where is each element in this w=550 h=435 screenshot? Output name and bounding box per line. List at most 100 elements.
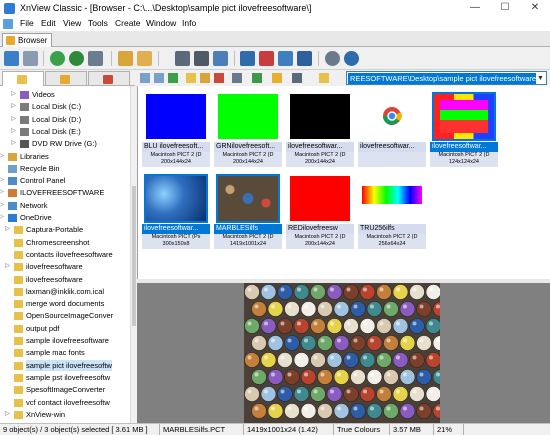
tree-scrollbar-thumb[interactable] xyxy=(132,186,136,326)
browser-icon[interactable] xyxy=(4,51,19,66)
rename-icon[interactable] xyxy=(200,73,210,83)
tree-item[interactable]: sample ilovefreesoftware xyxy=(0,335,130,346)
tree-item[interactable]: output pdf xyxy=(0,323,130,334)
address-dropdown-icon[interactable]: ▼ xyxy=(536,73,545,84)
folder-tree[interactable]: ▷ Videos ▷ Local Disk (C:) ▷ Local Disk (D:) ▷… xyxy=(0,86,130,423)
tree-item[interactable]: SpesoftImageConverter xyxy=(0,384,130,395)
expand-arrow-icon[interactable] xyxy=(4,300,11,307)
expand-arrow-icon[interactable]: ▷ xyxy=(10,140,17,147)
expand-arrow-icon[interactable]: ▷ xyxy=(0,189,5,196)
expand-arrow-icon[interactable]: ▷ xyxy=(4,263,11,270)
thumbnail-item[interactable]: MARBLESilfs Macintosh PICT 2 (D 1419x1001x… xyxy=(214,172,282,249)
menu-info[interactable]: Info xyxy=(182,18,196,28)
tree-item[interactable]: ilovefreesoftware xyxy=(0,274,130,285)
menu-file[interactable]: File xyxy=(20,18,34,28)
tree-item[interactable]: Recycle Bin xyxy=(0,163,130,174)
minimize-button[interactable]: — xyxy=(460,0,490,17)
expand-arrow-icon[interactable]: ▷ xyxy=(10,128,17,135)
expand-arrow-icon[interactable] xyxy=(4,349,11,356)
menu-tools[interactable]: Tools xyxy=(88,18,108,28)
tree-item[interactable]: laxman@inklik.com.ical xyxy=(0,286,130,297)
print-icon[interactable] xyxy=(194,51,209,66)
back-arrow-icon[interactable] xyxy=(140,73,150,83)
tree-item[interactable]: vcf contact ilovefreesoftw xyxy=(0,397,130,408)
tree-item[interactable]: ▷ ilovefreesoftware xyxy=(0,261,130,272)
expand-arrow-icon[interactable] xyxy=(4,239,11,246)
folder-view-icon[interactable] xyxy=(137,51,152,66)
tree-item[interactable]: ▷ Control Panel xyxy=(0,175,130,186)
thumbnail-item[interactable]: ilovefreesoftwar... Macintosh PICT 2 (D 12… xyxy=(430,90,498,167)
tree-item[interactable]: ▷ OneDrive xyxy=(0,212,130,223)
tree-item[interactable]: ▷ Local Disk (C:) xyxy=(0,101,130,112)
thumbnail-item[interactable]: ilovefreesoftwar... Macintosh PICT (Ps 300… xyxy=(142,172,210,249)
expand-arrow-icon[interactable] xyxy=(0,165,5,172)
forward-icon[interactable] xyxy=(69,51,84,66)
tree-item[interactable]: ▷ DVD RW Drive (G:) xyxy=(0,138,130,149)
address-input[interactable]: REESOFTWARE\Desktop\sample pict ilovefre… xyxy=(348,73,536,84)
expand-arrow-icon[interactable]: ▷ xyxy=(4,226,11,233)
convert-icon[interactable] xyxy=(259,51,274,66)
maximize-button[interactable]: ☐ xyxy=(490,0,520,17)
new-folder-icon[interactable] xyxy=(186,73,196,83)
expand-arrow-icon[interactable]: ▷ xyxy=(10,116,17,123)
sort-icon[interactable] xyxy=(252,73,262,83)
thumbnail-item[interactable]: ilovefreesoftwar... Macintosh PICT 2 (D 20… xyxy=(286,90,354,167)
tree-item[interactable]: merge word documents xyxy=(0,298,130,309)
scan-icon[interactable] xyxy=(213,51,228,66)
tree-item[interactable]: ▷ XnView-win xyxy=(0,409,130,420)
tab-favorites[interactable] xyxy=(45,71,87,86)
thumbnail-item[interactable]: ilovefreesoftwar... xyxy=(358,90,426,167)
thumbnail-item[interactable]: TRU256ilfs Macintosh PICT 2 (D 256x64x24 xyxy=(358,172,426,249)
tree-item[interactable]: OpenSourceImageConver xyxy=(0,310,130,321)
expand-arrow-icon[interactable] xyxy=(4,251,11,258)
tree-item[interactable]: ▷ ILOVEFREESOFTWARE xyxy=(0,187,130,198)
expand-arrow-icon[interactable] xyxy=(4,374,11,381)
menu-create[interactable]: Create xyxy=(115,18,141,28)
address-bar[interactable]: REESOFTWARE\Desktop\sample pict ilovefre… xyxy=(346,71,547,85)
capture-icon[interactable] xyxy=(240,51,255,66)
expand-arrow-icon[interactable]: ▷ xyxy=(0,153,5,160)
expand-arrow-icon[interactable]: ▷ xyxy=(0,177,5,184)
tree-item[interactable]: ▷ Local Disk (D:) xyxy=(0,114,130,125)
favorite-star-icon[interactable] xyxy=(319,73,329,83)
tree-item[interactable]: sample mac fonts xyxy=(0,347,130,358)
tab-categories[interactable] xyxy=(88,71,130,86)
tree-item[interactable]: ▷ Captura-Portable xyxy=(0,224,130,235)
expand-arrow-icon[interactable]: ▷ xyxy=(4,411,11,418)
options-icon[interactable] xyxy=(292,73,302,83)
settings-gear-icon[interactable] xyxy=(325,51,340,66)
tree-item[interactable]: sample pst ilovefreesoftw xyxy=(0,372,130,383)
tree-scrollbar[interactable] xyxy=(130,86,136,423)
menu-window[interactable]: Window xyxy=(146,18,176,28)
info-icon[interactable] xyxy=(344,51,359,66)
expand-arrow-icon[interactable] xyxy=(4,325,11,332)
expand-arrow-icon[interactable]: ▷ xyxy=(0,202,5,209)
tree-item[interactable]: ▷ Libraries xyxy=(0,151,130,162)
thumbnail-item[interactable]: BLU ilovefreesoft... Macintosh PICT 2 (D 2… xyxy=(142,90,210,167)
tab-folders[interactable] xyxy=(2,71,44,86)
app-menu-icon[interactable] xyxy=(3,19,13,29)
thumbnail-item[interactable]: GRNilovefreesoft... Macintosh PICT 2 (D 20… xyxy=(214,90,282,167)
batch-icon[interactable] xyxy=(278,51,293,66)
fullscreen-icon[interactable] xyxy=(23,51,38,66)
expand-arrow-icon[interactable] xyxy=(4,337,11,344)
expand-arrow-icon[interactable] xyxy=(4,288,11,295)
acquire-icon[interactable] xyxy=(88,51,103,66)
tab-browser[interactable]: Browser xyxy=(2,33,52,47)
tree-item[interactable]: ▷ Videos xyxy=(0,89,130,100)
slideshow-icon[interactable] xyxy=(175,51,190,66)
expand-arrow-icon[interactable]: ▷ xyxy=(10,91,17,98)
up-folder-icon[interactable] xyxy=(168,73,178,83)
tree-item[interactable]: sample pict ilovefreesoftw xyxy=(0,359,130,371)
menu-view[interactable]: View xyxy=(63,18,81,28)
expand-arrow-icon[interactable] xyxy=(4,399,11,406)
expand-arrow-icon[interactable]: ▷ xyxy=(0,214,5,221)
menu-edit[interactable]: Edit xyxy=(41,18,56,28)
refresh-icon[interactable] xyxy=(50,51,65,66)
expand-arrow-icon[interactable]: ▷ xyxy=(10,103,17,110)
filter-icon[interactable] xyxy=(272,73,282,83)
tree-item[interactable]: ▷ Network xyxy=(0,200,130,211)
expand-arrow-icon[interactable] xyxy=(4,362,11,369)
expand-arrow-icon[interactable] xyxy=(4,276,11,283)
tree-item[interactable]: ▷ Local Disk (E:) xyxy=(0,126,130,137)
